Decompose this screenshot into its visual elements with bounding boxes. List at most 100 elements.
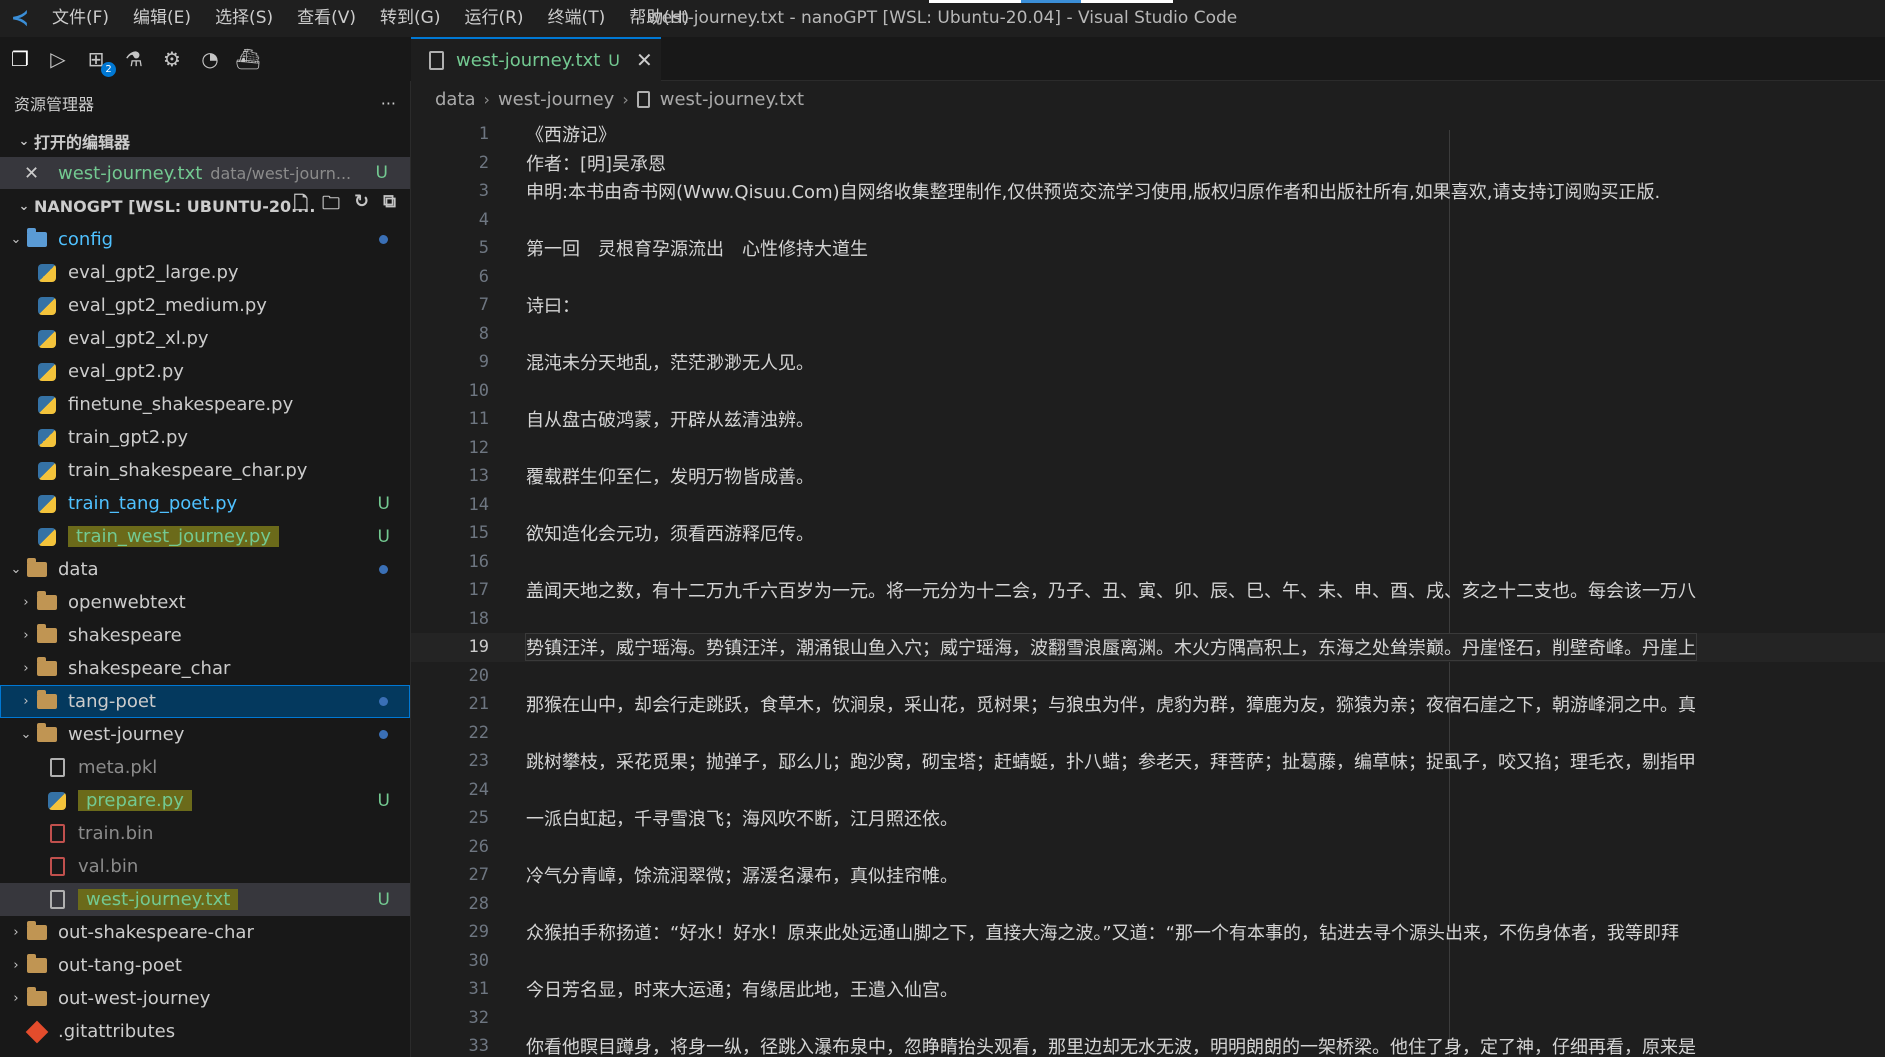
code-line[interactable]: 17盖闻天地之数，有十二万九千六百岁为一元。将一元分为十二会，乃子、丑、寅、卯、… [411, 576, 1885, 605]
code-editor[interactable]: 1《西游记》2作者：[明]吴承恩3申明:本书由奇书网(Www.Qisuu.Com… [411, 120, 1885, 1057]
tree-item-out-tang-poet[interactable]: ›out-tang-poet [0, 949, 410, 982]
code-line[interactable]: 12 [411, 434, 1885, 463]
tree-item-train-tang-poet-py[interactable]: train_tang_poet.pyU [0, 487, 410, 520]
remote-explorer-icon[interactable]: ⚙ [158, 45, 186, 73]
code-line[interactable]: 6 [411, 263, 1885, 292]
tree-item-west-journey[interactable]: ⌄west-journey [0, 718, 410, 751]
code-line[interactable]: 19势镇汪洋，威宁瑶海。势镇汪洋，潮涌银山鱼入穴；威宁瑶海，波翻雪浪蜃离渊。木火… [411, 633, 1885, 662]
more-actions-icon[interactable]: ··· [381, 94, 396, 113]
line-text: 众猴拍手称扬道：“好水！好水！原来此处远通山脚之下，直接大海之波。”又道：“那一… [526, 919, 1679, 945]
tree-item-eval-gpt2-large-py[interactable]: eval_gpt2_large.py [0, 256, 410, 289]
code-line[interactable]: 5第一回 灵根育孕源流出 心性修持大道生 [411, 234, 1885, 263]
tree-item-train-west-journey-py[interactable]: train_west_journey.pyU [0, 520, 410, 553]
code-line[interactable]: 27冷气分青嶂，馀流润翠微；潺湲名瀑布，真似挂帘帷。 [411, 861, 1885, 890]
tree-item-eval-gpt2-py[interactable]: eval_gpt2.py [0, 355, 410, 388]
workspace-root-label: NANOGPT [WSL: UBUNTU-20.... [34, 197, 315, 216]
open-editors-section[interactable]: ⌄ 打开的编辑器 [0, 125, 410, 157]
tree-item-tang-poet[interactable]: ›tang-poet [0, 685, 410, 718]
code-line[interactable]: 11自从盘古破鸿蒙，开辟从兹清浊辨。 [411, 405, 1885, 434]
code-line[interactable]: 32 [411, 1004, 1885, 1033]
refresh-icon[interactable]: ↻ [354, 191, 369, 221]
code-line[interactable]: 22 [411, 719, 1885, 748]
open-editor-item[interactable]: ✕ west-journey.txt data/west-journ... U [0, 157, 410, 189]
breadcrumb-item[interactable]: west-journey.txt [660, 89, 804, 110]
line-text: 自从盘古破鸿蒙，开辟从兹清浊辨。 [526, 406, 814, 432]
tree-item-prepare-py[interactable]: prepare.pyU [0, 784, 410, 817]
code-line[interactable]: 26 [411, 833, 1885, 862]
code-line[interactable]: 20 [411, 662, 1885, 691]
code-line[interactable]: 33你看他瞑目蹲身，将身一纵，径跳入瀑布泉中，忽睁睛抬头观看，那里边却无水无波，… [411, 1032, 1885, 1057]
tree-item-openwebtext[interactable]: ›openwebtext [0, 586, 410, 619]
tree-item-train-gpt2-py[interactable]: train_gpt2.py [0, 421, 410, 454]
code-line[interactable]: 10 [411, 377, 1885, 406]
menu-item[interactable]: 文件(F) [40, 0, 121, 37]
menu-item[interactable]: 转到(G) [368, 0, 452, 37]
menu-item[interactable]: 终端(T) [536, 0, 618, 37]
code-line[interactable]: 29众猴拍手称扬道：“好水！好水！原来此处远通山脚之下，直接大海之波。”又道：“… [411, 918, 1885, 947]
breadcrumb-item[interactable]: data [435, 89, 476, 110]
tree-item-data[interactable]: ⌄data [0, 553, 410, 586]
tree-item-eval-gpt2-medium-py[interactable]: eval_gpt2_medium.py [0, 289, 410, 322]
line-number: 16 [411, 552, 489, 572]
code-line[interactable]: 25一派白虹起，千寻雪浪飞；海风吹不断，江月照还依。 [411, 804, 1885, 833]
new-file-icon[interactable]: 🗋 [294, 191, 308, 221]
code-line[interactable]: 3申明:本书由奇书网(Www.Qisuu.Com)自网络收集整理制作,仅供预览交… [411, 177, 1885, 206]
close-icon[interactable]: ✕ [24, 163, 46, 184]
code-line[interactable]: 13覆载群生仰至仁，发明万物皆成善。 [411, 462, 1885, 491]
tab-close-icon[interactable]: ✕ [636, 48, 653, 72]
tree-item-gitattributes[interactable]: .gitattributes [0, 1015, 410, 1048]
code-line[interactable]: 7诗曰： [411, 291, 1885, 320]
tree-item-finetune-shakespeare-py[interactable]: finetune_shakespeare.py [0, 388, 410, 421]
collapse-all-icon[interactable]: ⧉ [383, 191, 396, 221]
menu-item[interactable]: 运行(R) [452, 0, 535, 37]
tab-west-journey[interactable]: west-journey.txt U ✕ [411, 37, 661, 81]
workspace-root[interactable]: ⌄ NANOGPT [WSL: UBUNTU-20.... 🗋 🗀 ↻ ⧉ [0, 189, 410, 223]
tree-item-val-bin[interactable]: val.bin [0, 850, 410, 883]
line-number: 6 [411, 267, 489, 287]
tree-item-out-west-journey[interactable]: ›out-west-journey [0, 982, 410, 1015]
code-line[interactable]: 2作者：[明]吴承恩 [411, 149, 1885, 178]
explorer-icon[interactable]: ❐ [6, 45, 34, 73]
menu-item[interactable]: 帮助(H) [617, 0, 701, 37]
vscode-logo-icon[interactable]: ≺ [0, 0, 40, 37]
timeline-icon[interactable]: ◔ [196, 45, 224, 73]
tree-item-train-bin[interactable]: train.bin [0, 817, 410, 850]
tree-item-shakespeare-char[interactable]: ›shakespeare_char [0, 652, 410, 685]
tree-item-meta-pkl[interactable]: meta.pkl [0, 751, 410, 784]
line-text: 申明:本书由奇书网(Www.Qisuu.Com)自网络收集整理制作,仅供预览交流… [526, 178, 1660, 204]
line-number: 24 [411, 780, 489, 800]
code-line[interactable]: 9混沌未分天地乱，茫茫渺渺无人见。 [411, 348, 1885, 377]
extensions-icon[interactable]: ⊞2 [82, 45, 110, 73]
line-number: 17 [411, 580, 489, 600]
folder-icon [36, 725, 58, 745]
code-line[interactable]: 28 [411, 890, 1885, 919]
tree-item-out-shakespeare-char[interactable]: ›out-shakespeare-char [0, 916, 410, 949]
code-line[interactable]: 16 [411, 548, 1885, 577]
run-debug-icon[interactable]: ▷ [44, 45, 72, 73]
menu-item[interactable]: 选择(S) [203, 0, 285, 37]
code-line[interactable]: 1《西游记》 [411, 120, 1885, 149]
menu-item[interactable]: 查看(V) [285, 0, 368, 37]
tree-item-west-journey-txt[interactable]: west-journey.txtU [0, 883, 410, 916]
docker-icon[interactable]: ⛴ [234, 45, 262, 73]
tree-item-config[interactable]: ⌄config [0, 223, 410, 256]
code-line[interactable]: 31今日芳名显，时来大运通；有缘居此地，王遣入仙宫。 [411, 975, 1885, 1004]
code-line[interactable]: 8 [411, 320, 1885, 349]
new-folder-icon[interactable]: 🗀 [322, 191, 340, 221]
code-line[interactable]: 15欲知造化会元功，须看西游释厄传。 [411, 519, 1885, 548]
menu-bar: 文件(F)编辑(E)选择(S)查看(V)转到(G)运行(R)终端(T)帮助(H) [40, 0, 701, 37]
tree-item-shakespeare[interactable]: ›shakespeare [0, 619, 410, 652]
code-line[interactable]: 18 [411, 605, 1885, 634]
breadcrumb-item[interactable]: west-journey [498, 89, 614, 110]
code-line[interactable]: 21那猴在山中，却会行走跳跃，食草木，饮涧泉，采山花，觅树果；与狼虫为伴，虎豹为… [411, 690, 1885, 719]
code-line[interactable]: 14 [411, 491, 1885, 520]
code-line[interactable]: 24 [411, 776, 1885, 805]
menu-item[interactable]: 编辑(E) [121, 0, 203, 37]
code-line[interactable]: 30 [411, 947, 1885, 976]
testing-icon[interactable]: ⚗ [120, 45, 148, 73]
tree-item-eval-gpt2-xl-py[interactable]: eval_gpt2_xl.py [0, 322, 410, 355]
python-file-icon [36, 263, 58, 283]
code-line[interactable]: 23跳树攀枝，采花觅果；抛弹子，邷么儿；跑沙窝，砌宝塔；赶蜻蜓，扑八蜡；参老天，… [411, 747, 1885, 776]
tree-item-train-shakespeare-char-py[interactable]: train_shakespeare_char.py [0, 454, 410, 487]
code-line[interactable]: 4 [411, 206, 1885, 235]
